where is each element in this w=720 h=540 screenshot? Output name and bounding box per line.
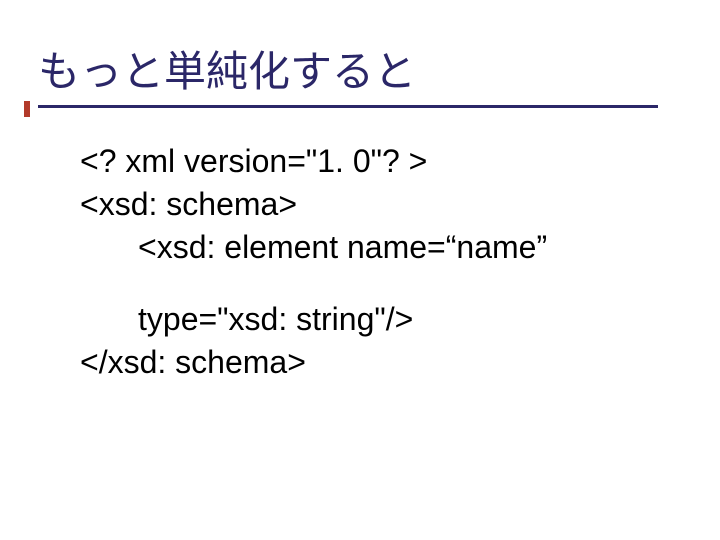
code-line-4: type="xsd: string"/> — [80, 298, 680, 341]
accent-tick — [24, 101, 30, 117]
code-body: <? xml version="1. 0"? > <xsd: schema> <… — [80, 140, 680, 384]
code-line-5: </xsd: schema> — [80, 341, 680, 384]
slide: もっと単純化すると <? xml version="1. 0"? > <xsd:… — [0, 0, 720, 540]
slide-title: もっと単純化すると — [38, 38, 678, 99]
code-line-1: <? xml version="1. 0"? > — [80, 140, 680, 183]
code-line-2: <xsd: schema> — [80, 183, 680, 226]
blank-line — [80, 270, 680, 298]
title-underline — [38, 105, 658, 108]
code-line-3: <xsd: element name=“name” — [80, 226, 680, 269]
title-block: もっと単純化すると — [38, 38, 678, 108]
